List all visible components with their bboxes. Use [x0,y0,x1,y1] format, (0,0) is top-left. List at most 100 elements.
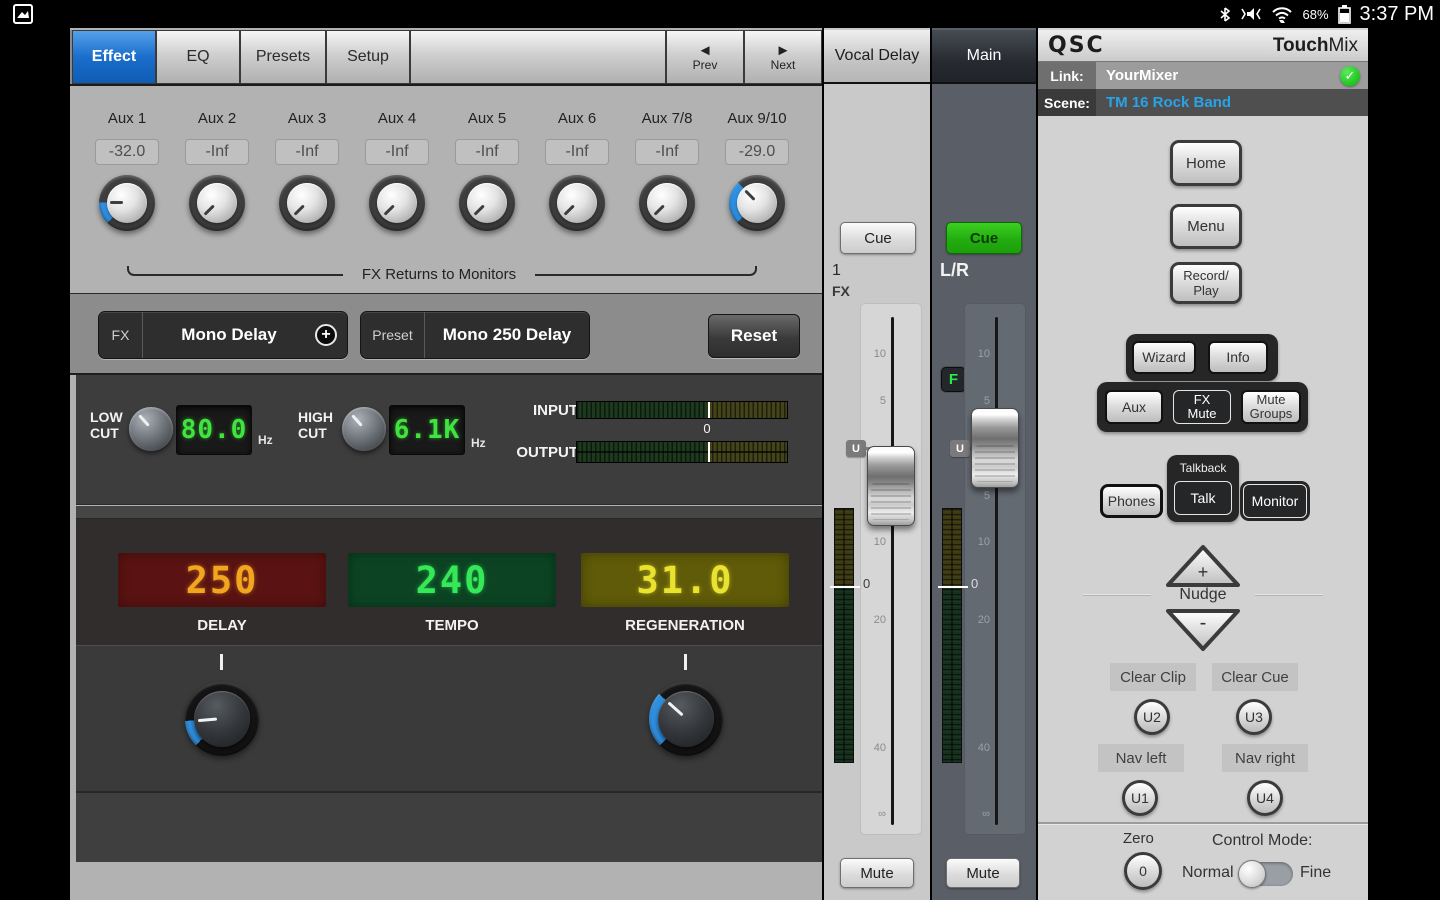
parameter-display-block: 250 240 31.0 DELAY TEMPO REGENERATION [76,519,822,645]
zero-label: Zero [1123,830,1154,847]
status-bar: 68% 3:37 PM [0,0,1440,28]
aux-send-knob[interactable] [189,175,245,231]
low-cut-display: 80.0 [176,405,252,455]
brand-bar: QSC TouchMix [1038,30,1368,62]
main-level-meter [942,508,962,763]
high-cut-knob[interactable] [342,407,386,451]
tab-presets[interactable]: Presets [240,30,326,84]
user-button-u2[interactable]: U2 [1134,699,1170,735]
mode-fine-label: Fine [1300,864,1331,882]
aux-send-value: -Inf [545,139,609,165]
remote-control-panel: QSC TouchMix Link: YourMixer ✓ Scene: TM… [1038,28,1368,900]
main-mute-button[interactable]: Mute [946,858,1020,888]
fx-mute-button[interactable]: Mute [840,858,914,888]
fx-add-icon[interactable]: + [315,324,337,346]
remote-body: Home Menu Record/Play Wizard Info Aux FX… [1038,116,1368,900]
input-meter-zero-divider [708,402,710,418]
aux-bracket-caption: FX Returns to Monitors [343,266,535,283]
aux-send-4: Aux 4 -Inf [355,86,439,286]
tab-eq[interactable]: EQ [156,30,240,84]
aux-send-knob[interactable] [369,175,425,231]
reset-button[interactable]: Reset [708,314,800,358]
fx-unity-badge: U [846,440,866,457]
fx-type-selector[interactable]: FX Mono Delay + [98,311,348,359]
zero-button[interactable]: 0 [1124,852,1162,890]
tab-effect[interactable]: Effect [72,30,156,84]
user-button-u3[interactable]: U3 [1236,699,1272,735]
low-cut-label: LOW CUT [90,409,123,441]
tabbar-spacer [410,30,666,84]
info-button[interactable]: Info [1208,341,1268,374]
main-cue-button[interactable]: Cue [946,222,1022,254]
bottom-spacer-block [76,791,822,862]
aux-send-knob[interactable] [99,175,155,231]
user-button-u4[interactable]: U4 [1247,780,1283,816]
aux-send-value: -Inf [365,139,429,165]
aux-send-knob[interactable] [639,175,695,231]
nudge-line-right [1255,594,1323,596]
aux-bracket-left [127,266,343,276]
aux-send-value: -Inf [635,139,699,165]
aux-button[interactable]: Aux [1105,390,1163,424]
nudge-down-button[interactable]: - [1165,608,1241,652]
aux-send-value: -29.0 [725,139,789,165]
main-fader-slot [995,317,998,825]
scene-value[interactable]: TM 16 Rock Band [1106,94,1231,111]
effect-page-panel: Effect EQ Presets Setup ◄ Prev ► Next Au… [70,28,822,900]
fx-cue-button[interactable]: Cue [840,222,916,254]
link-value: YourMixer [1106,67,1178,84]
phones-button[interactable]: Phones [1100,484,1163,518]
volume-muted-icon [1240,6,1262,22]
fx-level-meter [834,508,854,763]
tempo-display: 240 [348,553,556,607]
nav-left-label: Nav left [1098,744,1184,772]
regeneration-knob[interactable] [649,682,723,756]
aux-send-knob[interactable] [459,175,515,231]
output-meter-label: OUTPUT [494,444,578,461]
parameter-knob-block [76,645,822,791]
product-name: TouchMix [1273,35,1358,57]
menu-button[interactable]: Menu [1170,204,1242,249]
aux-send-knob[interactable] [549,175,605,231]
record-play-button[interactable]: Record/Play [1170,262,1242,304]
nudge-up-button[interactable]: + [1165,544,1241,588]
link-label: Link: [1038,62,1096,89]
high-cut-display: 6.1K [389,405,465,455]
toggle-knob-icon [1238,860,1266,888]
battery-icon [1338,5,1351,24]
mute-groups-button[interactable]: MuteGroups [1241,390,1301,424]
wizard-info-group: Wizard Info [1126,334,1278,381]
clear-clip-label: Clear Clip [1110,663,1196,691]
filter-block: LOW CUT 80.0 Hz HIGH CUT 6.1K Hz INPUT 0… [76,375,822,505]
aux-send-value: -32.0 [95,139,159,165]
fx-fader-track: 10 5 5 10 20 40 ∞ [860,303,922,835]
tab-setup[interactable]: Setup [326,30,410,84]
wizard-button[interactable]: Wizard [1132,341,1196,374]
delay-display: 250 [118,553,326,607]
high-cut-unit: Hz [471,436,486,450]
fx-fader-handle[interactable] [867,446,915,526]
io-zero-mark: 0 [697,421,717,436]
main-fader-handle[interactable] [971,408,1019,488]
next-channel-button[interactable]: ► Next [744,30,822,84]
talk-button[interactable]: Talk [1174,481,1232,515]
aux-send-knob[interactable] [279,175,335,231]
aux-send-6: Aux 6 -Inf [535,86,619,286]
delay-knob[interactable] [185,682,259,756]
aux-send-knob[interactable] [729,175,785,231]
fx-preset-selector[interactable]: Preset Mono 250 Delay [360,311,590,359]
prev-channel-button[interactable]: ◄ Prev [666,30,744,84]
monitor-button[interactable]: Monitor [1243,484,1307,518]
fx-mute-button[interactable]: FXMute [1173,390,1231,424]
control-mode-toggle[interactable] [1239,862,1293,886]
low-cut-unit: Hz [258,433,273,447]
fx-selector-row: FX Mono Delay + Preset Mono 250 Delay Re… [70,293,822,375]
low-cut-knob[interactable] [129,407,173,451]
home-button[interactable]: Home [1170,140,1242,186]
fx-fader-slot [891,317,894,825]
fx-channel-number: 1 [832,262,841,280]
main-fader-bank-button[interactable]: F [941,367,966,392]
main-channel-name: L/R [940,260,969,281]
high-cut-label: HIGH CUT [298,409,333,441]
user-button-u1[interactable]: U1 [1122,780,1158,816]
